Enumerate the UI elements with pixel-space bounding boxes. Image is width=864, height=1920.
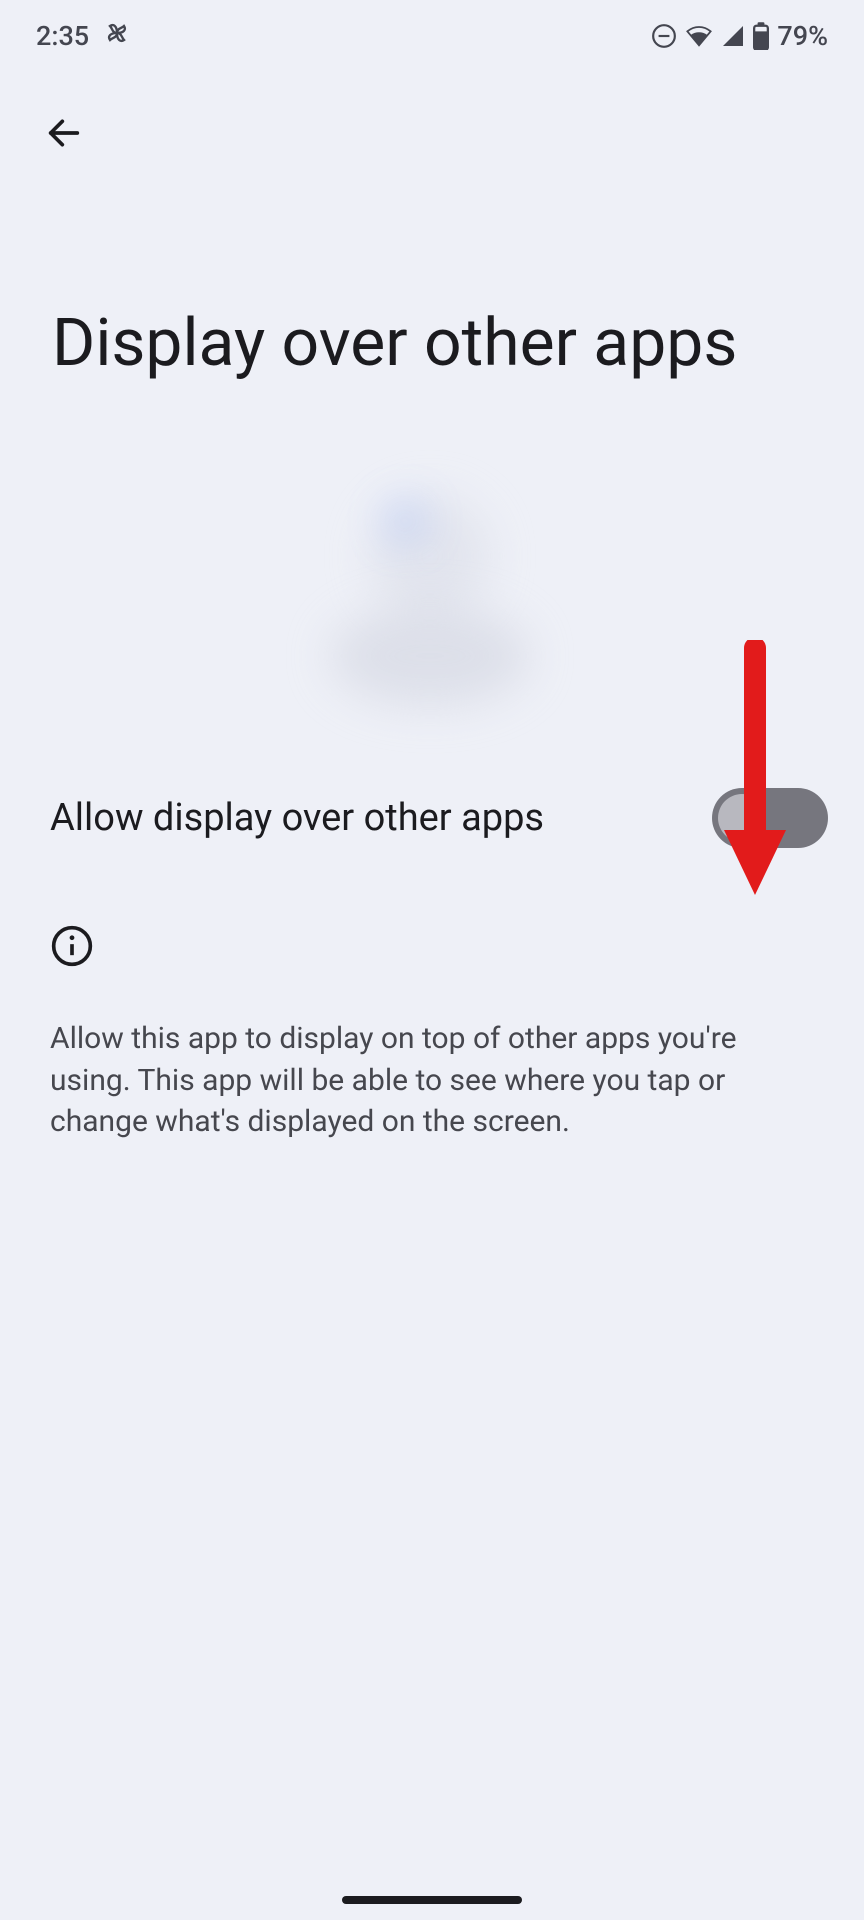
battery-percent: 79%: [777, 20, 828, 52]
status-bar: 2:35: [0, 0, 864, 72]
pinwheel-icon: [103, 19, 131, 54]
signal-icon: [721, 24, 745, 48]
page-title: Display over other apps: [0, 162, 864, 386]
back-button[interactable]: [36, 106, 92, 162]
status-right: 79%: [651, 20, 828, 52]
app-identity-region: [0, 476, 864, 736]
dnd-icon: [651, 23, 677, 49]
status-left: 2:35: [36, 19, 131, 54]
action-bar: [0, 72, 864, 162]
allow-display-label: Allow display over other apps: [50, 796, 544, 840]
info-description: Allow this app to display on top of othe…: [50, 1018, 814, 1142]
battery-icon: [753, 22, 769, 50]
toggle-knob: [718, 794, 766, 842]
info-icon: [50, 924, 94, 968]
allow-display-toggle[interactable]: [712, 788, 828, 848]
navigation-handle[interactable]: [342, 1896, 522, 1904]
status-time: 2:35: [36, 20, 89, 52]
wifi-icon: [685, 22, 713, 50]
info-section: Allow this app to display on top of othe…: [0, 848, 864, 1142]
allow-display-setting[interactable]: Allow display over other apps: [0, 736, 864, 848]
arrow-left-icon: [44, 113, 84, 156]
